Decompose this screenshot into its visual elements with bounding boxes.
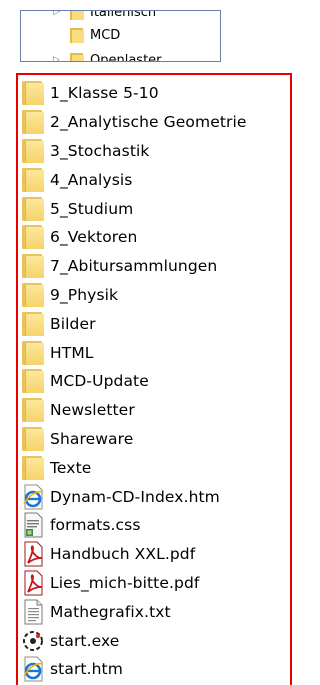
tree-item-mcd[interactable]: MCD [21, 25, 120, 45]
list-item[interactable]: 7_Abitursammlungen [22, 252, 217, 281]
list-item[interactable]: HTML [22, 338, 94, 367]
list-item[interactable]: MCD-Update [22, 367, 149, 396]
list-item[interactable]: 1_Klasse 5-10 [22, 79, 159, 108]
list-item[interactable]: 3_Stochastik [22, 137, 150, 166]
item-name: Mathegrafix.txt [50, 602, 171, 621]
chevron-right-icon[interactable]: ▷ [53, 55, 63, 61]
list-item[interactable]: 5_Studium [22, 194, 133, 223]
item-name: 3_Stochastik [50, 141, 150, 160]
navigation-tree: ▷ Italienisch MCD ▷ Openlaster [20, 10, 221, 62]
item-name: MCD-Update [50, 372, 149, 391]
folder-icon [22, 340, 44, 365]
item-name: Shareware [50, 429, 134, 448]
item-name: start.htm [50, 660, 123, 679]
item-name: 4_Analysis [50, 170, 133, 189]
folder-icon [22, 398, 44, 423]
tree-item-label: Italienisch [90, 10, 157, 20]
folder-icon [22, 110, 44, 135]
item-name: start.exe [50, 631, 120, 650]
list-item[interactable]: Mathegrafix.txt [22, 597, 171, 626]
item-name: Newsletter [50, 401, 135, 420]
list-item[interactable]: Lies_mich-bitte.pdf [22, 569, 199, 598]
exe-icon [23, 630, 43, 651]
item-name: 6_Vektoren [50, 228, 138, 247]
css-file-icon [24, 512, 43, 538]
folder-icon [22, 225, 44, 250]
item-name: Texte [50, 458, 92, 477]
pdf-icon [24, 541, 43, 567]
folder-icon [22, 282, 44, 307]
tree-item-label: Openlaster [90, 52, 162, 62]
chevron-right-icon[interactable]: ▷ [53, 11, 63, 17]
tree-item-label: MCD [90, 27, 121, 43]
list-item[interactable]: Handbuch XXL.pdf [22, 540, 195, 569]
list-item[interactable]: 4_Analysis [22, 165, 132, 194]
item-name: 7_Abitursammlungen [50, 257, 218, 276]
folder-icon [22, 311, 44, 336]
item-name: 5_Studium [50, 199, 134, 218]
folder-icon [70, 52, 84, 61]
list-item[interactable]: Dynam-CD-Index.htm [22, 482, 220, 511]
item-name: Handbuch XXL.pdf [50, 545, 196, 564]
list-item[interactable]: Texte [22, 453, 91, 482]
folder-icon [70, 11, 84, 20]
tree-item-openlaster[interactable]: ▷ Openlaster [21, 50, 162, 62]
folder-icon [22, 426, 44, 451]
folder-icon [22, 196, 44, 221]
folder-icon [22, 167, 44, 192]
list-item[interactable]: Newsletter [22, 396, 135, 425]
item-name: Bilder [50, 314, 96, 333]
item-name: Lies_mich-bitte.pdf [50, 573, 200, 592]
item-name: 2_Analytische Geometrie [50, 113, 247, 132]
list-item[interactable]: Shareware [22, 425, 133, 454]
list-item[interactable]: start.exe [22, 626, 119, 655]
file-list: 1_Klasse 5-10 2_Analytische Geometrie 3_… [16, 73, 292, 685]
folder-icon [22, 254, 44, 279]
list-item[interactable]: formats.css [22, 511, 141, 540]
item-name: 9_Physik [50, 285, 119, 304]
tree-item-italienisch[interactable]: ▷ Italienisch [21, 10, 157, 22]
ie-html-icon [23, 484, 44, 510]
item-name: HTML [50, 343, 94, 362]
item-name: Dynam-CD-Index.htm [50, 487, 220, 506]
item-name: 1_Klasse 5-10 [50, 84, 159, 103]
folder-icon [22, 455, 44, 480]
list-item[interactable]: start.htm [22, 655, 123, 684]
text-file-icon [24, 599, 43, 625]
ie-html-icon [23, 656, 44, 682]
list-item[interactable]: 2_Analytische Geometrie [22, 108, 247, 137]
folder-icon [70, 27, 84, 43]
folder-icon [22, 81, 44, 106]
list-item[interactable]: 6_Vektoren [22, 223, 137, 252]
pdf-icon [24, 570, 43, 596]
item-name: formats.css [50, 516, 141, 535]
list-item[interactable]: Bilder [22, 309, 96, 338]
list-item[interactable]: 9_Physik [22, 281, 118, 310]
folder-icon [22, 138, 44, 163]
folder-icon [22, 369, 44, 394]
